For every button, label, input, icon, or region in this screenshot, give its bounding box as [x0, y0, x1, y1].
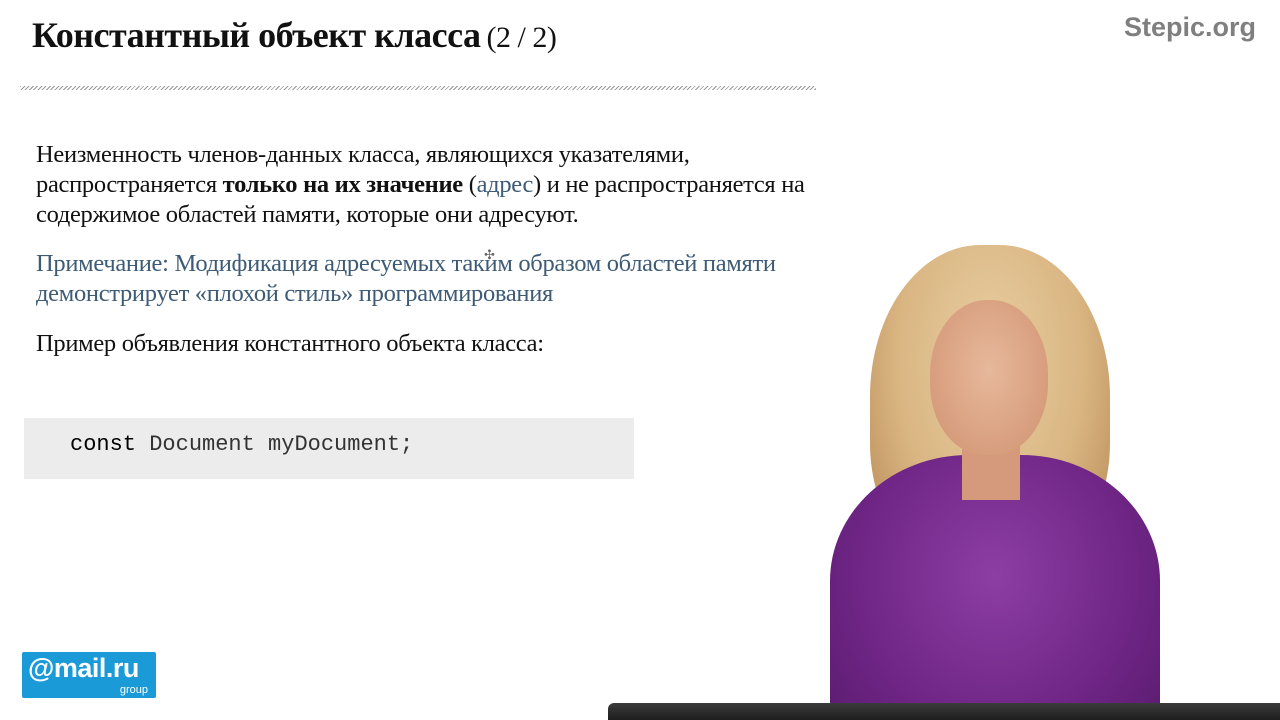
- example-label: Пример объявления константного объекта к…: [36, 330, 544, 357]
- slide-title-text: Константный объект класса: [32, 15, 481, 55]
- paragraph-pointer-members: Неизменность членов-данных класса, являю…: [36, 140, 826, 230]
- logo-main-text: @mail.ru: [28, 653, 139, 683]
- code-line: const Document myDocument;: [70, 432, 413, 457]
- title-divider: [20, 86, 816, 90]
- code-keyword: const: [70, 432, 137, 457]
- code-block: const Document myDocument;: [24, 418, 634, 479]
- note-paragraph: Примечание: Модификация адресуемых таким…: [36, 250, 776, 307]
- accent-text: адрес: [476, 171, 534, 198]
- paren-text: (: [462, 171, 477, 198]
- laptop-edge: [608, 703, 1280, 720]
- presenter-face: [930, 300, 1048, 455]
- mailru-group-logo: @mail.ru group: [22, 652, 156, 698]
- emphasis-text: только на их значение: [222, 171, 464, 198]
- logo-sub-text: group: [119, 684, 148, 696]
- move-cursor-icon: ✣: [484, 248, 495, 263]
- slide-body: Неизменность членов-данных класса, являю…: [36, 140, 826, 359]
- slide-pager: (2 / 2): [486, 21, 557, 54]
- presenter-video: [790, 220, 1280, 720]
- stepic-brand: Stepic.org: [1123, 12, 1256, 42]
- slide-title: Константный объект класса (2 / 2): [32, 14, 557, 56]
- code-declaration: Document myDocument;: [136, 432, 414, 457]
